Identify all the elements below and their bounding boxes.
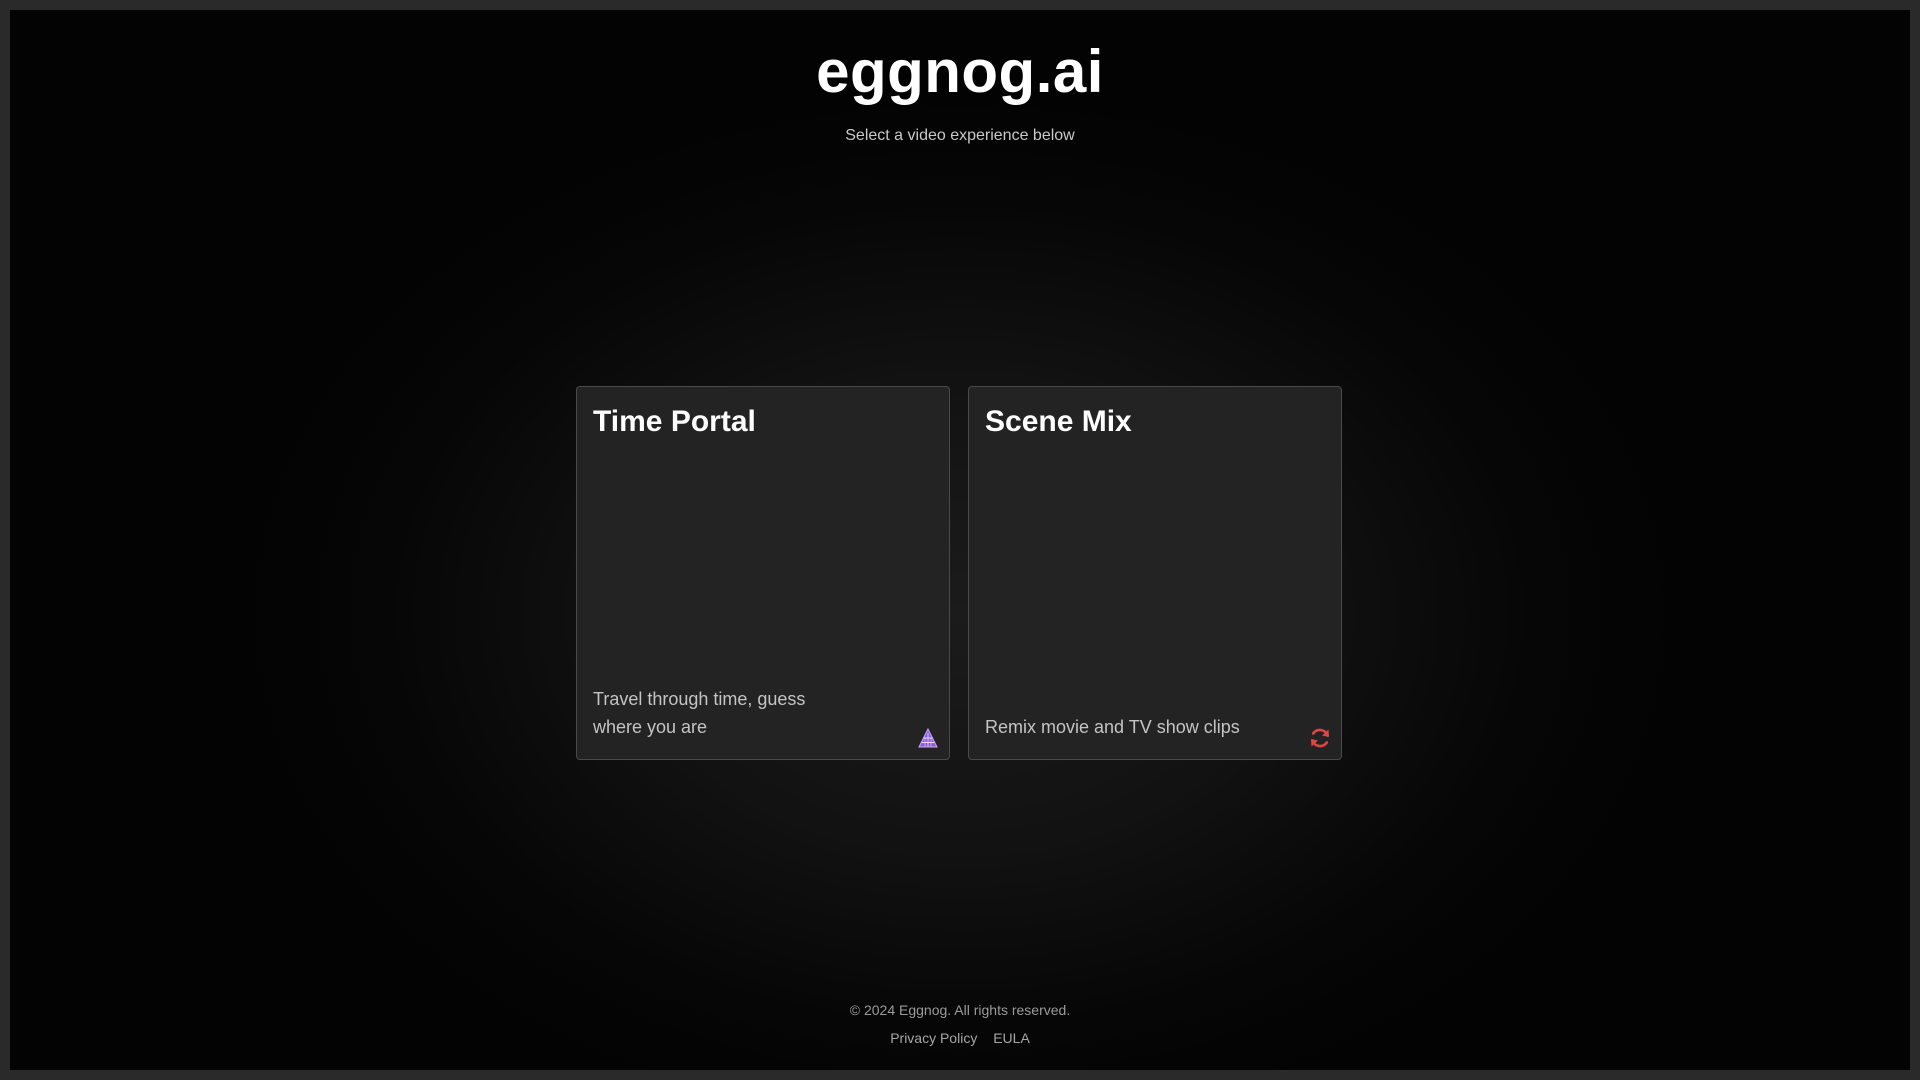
privacy-policy-link[interactable]: Privacy Policy — [890, 1030, 977, 1046]
card-title: Time Portal — [593, 405, 756, 438]
eula-link[interactable]: EULA — [993, 1030, 1030, 1046]
card-title: Scene Mix — [985, 405, 1132, 438]
page-subtitle: Select a video experience below — [845, 127, 1075, 144]
page-frame: eggnog.ai Select a video experience belo… — [10, 10, 1910, 1070]
card-description: Remix movie and TV show clips — [985, 717, 1240, 737]
brand-title: eggnog.ai — [816, 38, 1104, 105]
refresh-icon — [1307, 725, 1333, 751]
card-description: Travel through time, guess where you are — [593, 689, 806, 737]
time-portal-card[interactable]: Time Portal Travel through time, guess w… — [576, 386, 950, 760]
scene-mix-card[interactable]: Scene Mix Remix movie and TV show clips — [968, 386, 1342, 760]
footer-links: Privacy Policy EULA — [10, 1028, 1910, 1048]
pyramid-icon — [915, 725, 941, 751]
copyright-text: © 2024 Eggnog. All rights reserved. — [849, 1002, 1071, 1018]
